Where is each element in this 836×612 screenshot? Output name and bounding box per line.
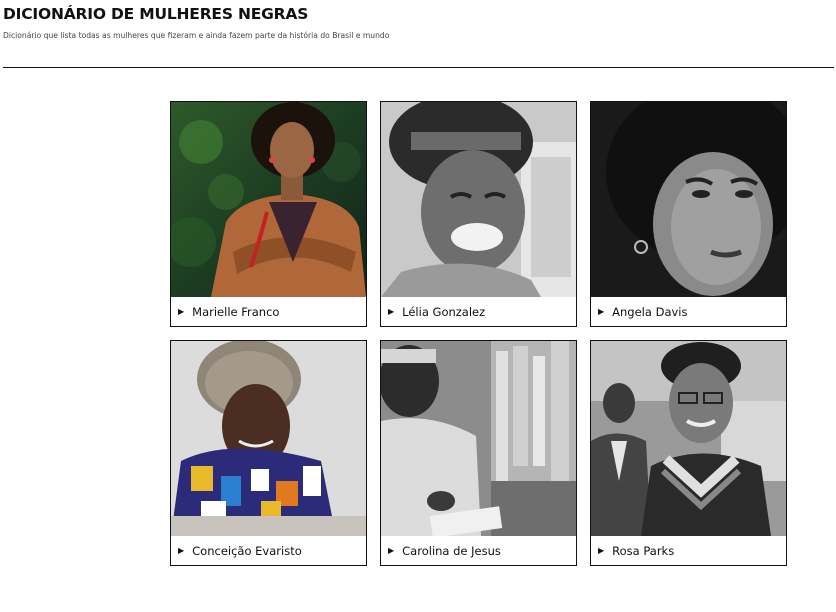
card-name: Rosa Parks bbox=[612, 543, 675, 558]
triangle-right-icon: ▶ bbox=[598, 545, 605, 555]
card-caption[interactable]: ▶ Rosa Parks bbox=[591, 536, 786, 565]
card-caption[interactable]: ▶ Marielle Franco bbox=[171, 297, 366, 326]
card-carolina-de-jesus[interactable]: ▶ Carolina de Jesus bbox=[380, 340, 577, 566]
card-lelia-gonzalez[interactable]: ▶ Lélia Gonzalez bbox=[380, 101, 577, 327]
card-angela-davis[interactable]: ▶ Angela Davis bbox=[590, 101, 787, 327]
card-name: Angela Davis bbox=[612, 304, 688, 319]
photo-lelia-gonzalez[interactable] bbox=[381, 102, 576, 297]
triangle-right-icon: ▶ bbox=[388, 545, 395, 555]
photo-marielle-franco[interactable] bbox=[171, 102, 366, 297]
triangle-right-icon: ▶ bbox=[388, 306, 395, 316]
card-name: Lélia Gonzalez bbox=[402, 304, 486, 319]
card-conceicao-evaristo[interactable]: ▶ Conceição Evaristo bbox=[170, 340, 367, 566]
triangle-right-icon: ▶ bbox=[178, 306, 185, 316]
card-rosa-parks[interactable]: ▶ Rosa Parks bbox=[590, 340, 787, 566]
photo-conceicao-evaristo[interactable] bbox=[171, 341, 366, 536]
card-caption[interactable]: ▶ Angela Davis bbox=[591, 297, 786, 326]
card-marielle-franco[interactable]: ▶ Marielle Franco bbox=[170, 101, 367, 327]
photo-angela-davis[interactable] bbox=[591, 102, 786, 297]
card-name: Conceição Evaristo bbox=[192, 543, 302, 558]
card-name: Marielle Franco bbox=[192, 304, 280, 319]
card-caption[interactable]: ▶ Lélia Gonzalez bbox=[381, 297, 576, 326]
women-grid: ▶ Marielle Franco ▶ Lélia Gonzalez ▶ Ang… bbox=[170, 101, 787, 566]
photo-carolina-de-jesus[interactable] bbox=[381, 341, 576, 536]
page-header: DICIONÁRIO DE MULHERES NEGRAS Dicionário… bbox=[3, 4, 833, 41]
card-name: Carolina de Jesus bbox=[402, 543, 501, 558]
triangle-right-icon: ▶ bbox=[598, 306, 605, 316]
card-caption[interactable]: ▶ Conceição Evaristo bbox=[171, 536, 366, 565]
header-divider bbox=[3, 67, 834, 68]
page-subtitle: Dicionário que lista todas as mulheres q… bbox=[3, 31, 390, 40]
page-title: DICIONÁRIO DE MULHERES NEGRAS bbox=[3, 5, 309, 23]
photo-rosa-parks[interactable] bbox=[591, 341, 786, 536]
card-caption[interactable]: ▶ Carolina de Jesus bbox=[381, 536, 576, 565]
triangle-right-icon: ▶ bbox=[178, 545, 185, 555]
